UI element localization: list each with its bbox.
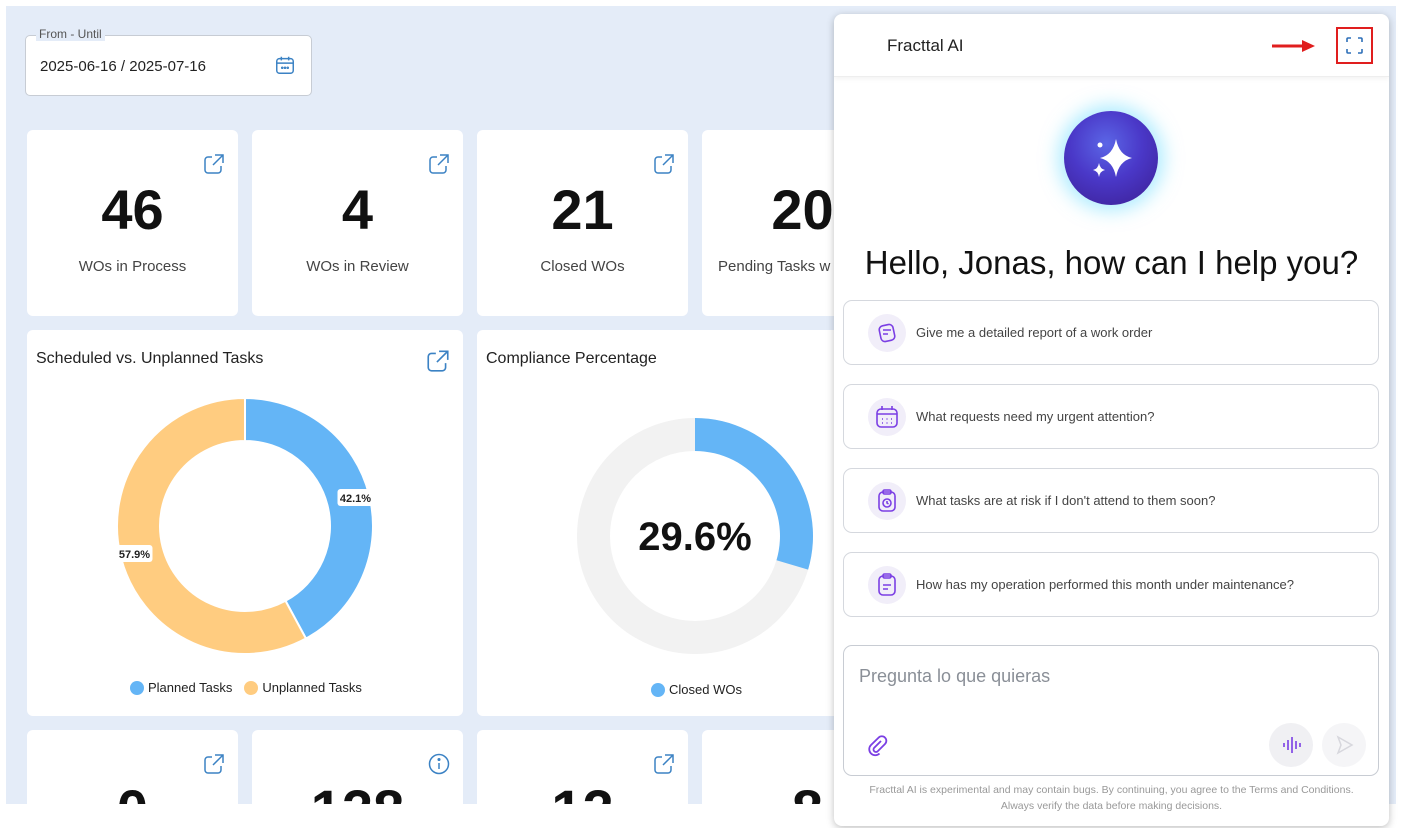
info-icon[interactable]: [427, 752, 451, 781]
center-label: 29.6%: [638, 515, 751, 559]
date-range-value: 2025-06-16 / 2025-07-16: [40, 58, 206, 75]
expand-button[interactable]: [1336, 27, 1373, 64]
legend-label-planned: Planned Tasks: [148, 680, 233, 695]
greeting: Hello, Jonas, how can I help you?: [864, 244, 1359, 281]
voice-button[interactable]: [1269, 723, 1313, 767]
disclaimer-line-1: Fracttal AI is experimental and may cont…: [869, 784, 1354, 796]
suggestion-operation-performance[interactable]: How has my operation performed this mont…: [843, 552, 1379, 617]
external-link-icon[interactable]: [202, 152, 226, 181]
kpi-card-wos-in-process[interactable]: 46 WOs in Process: [27, 130, 238, 316]
chart-title: Scheduled vs. Unplanned Tasks: [36, 350, 264, 367]
data-label: 42.1%: [337, 488, 374, 506]
kpi-value: 0: [27, 778, 238, 804]
kpi-label: WOs in Review: [306, 258, 409, 275]
kpi-label: WOs in Process: [78, 258, 187, 275]
suggestion-text: How has my operation performed this mont…: [916, 577, 1294, 592]
legend: Planned Tasks Unplanned Tasks: [130, 680, 362, 695]
send-icon: [1336, 735, 1354, 755]
kpi-card-bottom-1[interactable]: 0: [27, 730, 238, 804]
kpi-value: 46: [101, 178, 164, 241]
svg-text:57.9%: 57.9%: [119, 549, 150, 561]
arrow-right-icon: [1272, 38, 1316, 59]
kpi-card-bottom-2[interactable]: 128: [252, 730, 463, 804]
panel-header: Fracttal AI: [834, 14, 1389, 77]
document-chat-icon: [868, 314, 906, 352]
kpi-card-bottom-3[interactable]: 12: [477, 730, 688, 804]
external-link-icon[interactable]: [652, 752, 676, 781]
kpi-card-closed-wos[interactable]: 21 Closed WOs: [477, 130, 688, 316]
clipboard-clock-icon: [868, 482, 906, 520]
suggestion-urgent-requests[interactable]: What requests need my urgent attention?: [843, 384, 1379, 449]
legend-label-closed: Closed WOs: [669, 682, 742, 697]
kpi-label: Closed WOs: [540, 258, 625, 275]
external-link-icon[interactable]: [427, 152, 451, 181]
fullscreen-icon: [1346, 37, 1363, 54]
audio-wave-icon: [1283, 737, 1301, 753]
kpi-value: 12: [477, 778, 688, 804]
clipboard-list-icon: [868, 566, 906, 604]
legend-label-unplanned: Unplanned Tasks: [262, 680, 362, 695]
chat-input-placeholder: Pregunta lo que quieras: [859, 666, 1051, 686]
chart-title: Compliance Percentage: [486, 350, 657, 367]
date-range-field[interactable]: From - Until 2025-06-16 / 2025-07-16: [25, 27, 312, 96]
suggestion-text: What requests need my urgent attention?: [916, 409, 1155, 424]
slice-planned-tasks[interactable]: [244, 396, 374, 640]
chart-card-scheduled-unplanned: Scheduled vs. Unplanned Tasks 42.1% 57.9%…: [27, 330, 463, 716]
attach-icon[interactable]: [866, 734, 890, 763]
legend-swatch-closed: [651, 682, 665, 697]
external-link-icon[interactable]: [652, 152, 676, 181]
ai-sparkle-icon: [1064, 111, 1158, 205]
legend: Closed WOs: [651, 682, 742, 697]
kpi-value: 4: [341, 178, 374, 241]
suggestion-text: Give me a detailed report of a work orde…: [916, 325, 1153, 340]
disclaimer: Fracttal AI is experimental and may cont…: [834, 782, 1389, 814]
suggestion-tasks-at-risk[interactable]: What tasks are at risk if I don't attend…: [843, 468, 1379, 533]
date-range-label: From - Until: [36, 27, 105, 41]
chat-input[interactable]: Pregunta lo que quieras: [843, 645, 1379, 776]
suggestion-work-order-report[interactable]: Give me a detailed report of a work orde…: [843, 300, 1379, 365]
disclaimer-line-2: Always verify the data before making dec…: [1000, 800, 1223, 812]
data-label: 57.9%: [116, 545, 153, 563]
send-button[interactable]: [1322, 723, 1366, 767]
svg-text:42.1%: 42.1%: [340, 493, 371, 505]
kpi-card-wos-in-review[interactable]: 4 WOs in Review: [252, 130, 463, 316]
calendar-icon: [868, 398, 906, 436]
ai-assistant-panel: Fracttal AI Hello, Jonas, how can I help…: [834, 14, 1389, 826]
donut-chart: 42.1% 57.9%: [116, 396, 374, 655]
kpi-value: 128: [252, 778, 463, 804]
calendar-icon[interactable]: [274, 54, 296, 81]
legend-swatch-planned: [130, 680, 144, 695]
panel-title: Fracttal AI: [887, 36, 964, 55]
suggestion-text: What tasks are at risk if I don't attend…: [916, 493, 1216, 508]
kpi-value: 21: [551, 178, 614, 241]
external-link-icon[interactable]: [202, 752, 226, 781]
legend-swatch-unplanned: [244, 680, 259, 695]
